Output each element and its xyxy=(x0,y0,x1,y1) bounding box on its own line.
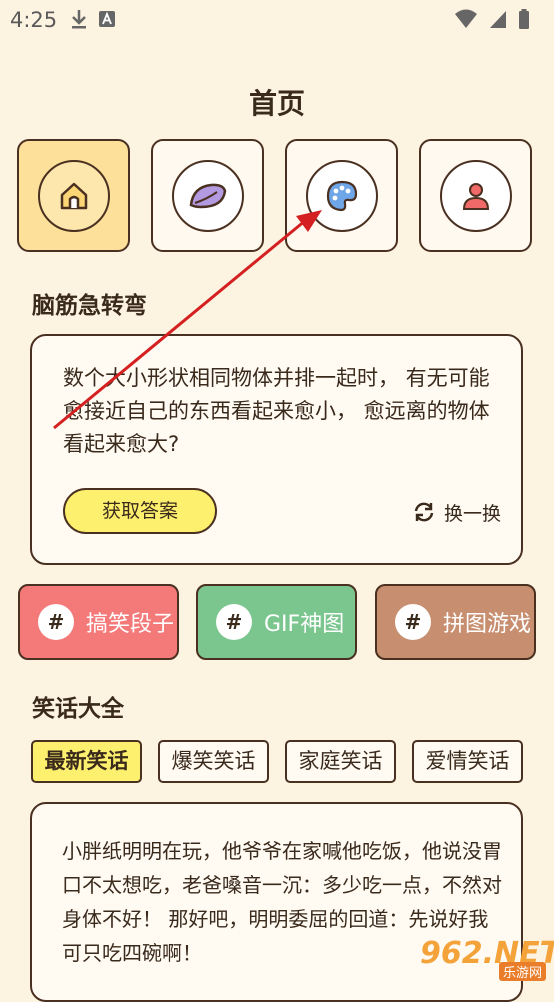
category-label: 搞笑段子 xyxy=(86,612,175,637)
battery-icon xyxy=(519,9,529,29)
category-funny-jokes-button[interactable]: # 搞笑段子 xyxy=(18,584,179,660)
jokes-section-title: 笑话大全 xyxy=(32,696,124,722)
status-time: 4:25 xyxy=(10,8,58,32)
nav-card-palette[interactable] xyxy=(285,139,398,252)
category-gif-button[interactable]: # GIF神图 xyxy=(196,584,357,660)
leaf-icon xyxy=(189,183,226,208)
user-icon xyxy=(462,182,489,210)
riddle-card: 数个大小形状相同物体并排一起时， 有无可能愈接近自己的东西看起来愈小， 愈远离的… xyxy=(30,334,523,565)
home-icon xyxy=(60,182,87,209)
status-bar: 4:25 xyxy=(0,0,554,40)
hash-icon: # xyxy=(38,604,74,640)
watermark-sub: 乐游网 xyxy=(498,962,546,981)
wifi-icon xyxy=(455,9,477,28)
hash-icon: # xyxy=(216,604,252,640)
tab-family-jokes[interactable]: 家庭笑话 xyxy=(285,740,396,783)
hash-icon: # xyxy=(395,604,431,640)
nav-card-profile[interactable] xyxy=(419,139,532,252)
get-answer-button[interactable]: 获取答案 xyxy=(63,488,217,534)
palette-icon xyxy=(326,180,357,211)
swap-label: 换一换 xyxy=(444,502,502,525)
category-label: 拼图游戏 xyxy=(443,612,532,637)
watermark-logo: 962.NET 乐游网 xyxy=(420,936,554,982)
nav-card-home[interactable] xyxy=(17,139,130,252)
swap-button[interactable]: 换一换 xyxy=(412,499,501,525)
tab-love-jokes[interactable]: 爱情笑话 xyxy=(412,740,523,783)
category-puzzle-button[interactable]: # 拼图游戏 xyxy=(375,584,536,660)
download-icon xyxy=(72,10,86,29)
category-label: GIF神图 xyxy=(264,612,345,637)
text-a-icon xyxy=(99,11,115,27)
tab-hilarious-jokes[interactable]: 爆笑笑话 xyxy=(158,740,269,783)
signal-icon xyxy=(490,11,506,28)
page-title: 首页 xyxy=(248,87,305,120)
riddle-section-title: 脑筋急转弯 xyxy=(32,293,147,319)
tab-latest-jokes[interactable]: 最新笑话 xyxy=(31,740,142,783)
riddle-question: 数个大小形状相同物体并排一起时， 有无可能愈接近自己的东西看起来愈小， 愈远离的… xyxy=(63,366,490,456)
nav-card-leaf[interactable] xyxy=(151,139,264,252)
refresh-icon xyxy=(414,502,434,522)
